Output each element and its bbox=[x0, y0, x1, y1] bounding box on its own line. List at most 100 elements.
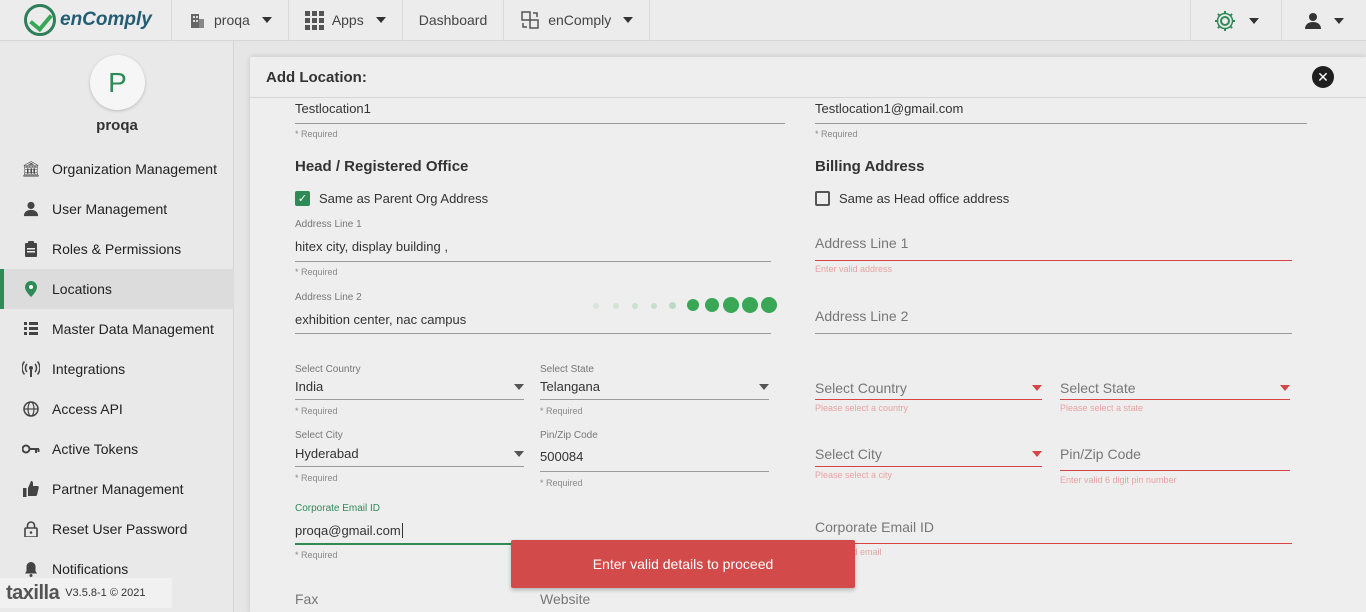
billing-state-placeholder: Select State bbox=[1060, 380, 1136, 396]
location-email-underline bbox=[815, 123, 1307, 124]
thumbs-up-icon bbox=[22, 480, 40, 498]
pin-input[interactable]: 500084 bbox=[540, 449, 583, 464]
sidebar-item-label: Notifications bbox=[52, 561, 129, 577]
sidebar-item-integrations[interactable]: Integrations bbox=[0, 349, 234, 389]
country-select[interactable]: India bbox=[295, 379, 524, 394]
close-icon[interactable]: ✕ bbox=[1312, 66, 1334, 88]
address1-label: Address Line 1 bbox=[295, 219, 362, 230]
taxilla-logo: taxilla bbox=[6, 581, 60, 604]
location-email-input[interactable]: Testlocation1@gmail.com bbox=[815, 101, 963, 116]
billing-state-underline bbox=[1060, 399, 1290, 400]
billing-pin-input[interactable]: Pin/Zip Code bbox=[1060, 446, 1141, 462]
billing-state-error: Please select a state bbox=[1060, 403, 1144, 413]
encomply-logo-icon bbox=[24, 4, 56, 36]
head-office-title: Head / Registered Office bbox=[295, 158, 469, 175]
fax-input[interactable]: Fax bbox=[295, 591, 318, 607]
chevron-down-icon bbox=[514, 450, 524, 457]
chevron-down-icon bbox=[623, 17, 634, 23]
sidebar-item-organization-management[interactable]: 🏛 Organization Management bbox=[0, 149, 234, 189]
billing-city-error: Please select a city bbox=[815, 470, 893, 480]
apps-menu[interactable]: Apps bbox=[289, 0, 403, 41]
bank-icon: 🏛 bbox=[21, 161, 41, 178]
user-icon bbox=[22, 200, 40, 218]
email-label: Corporate Email ID bbox=[295, 503, 381, 514]
location-name-underline bbox=[295, 123, 785, 124]
billing-address2-input[interactable]: Address Line 2 bbox=[815, 308, 908, 324]
error-toast[interactable]: Enter valid details to proceed bbox=[511, 540, 855, 588]
org-menu[interactable]: proqa bbox=[172, 0, 289, 41]
address1-input[interactable]: hitex city, display building , bbox=[295, 239, 448, 254]
city-select[interactable]: Hyderabad bbox=[295, 446, 524, 461]
sidebar-item-partner-management[interactable]: Partner Management bbox=[0, 469, 234, 509]
app-logo[interactable]: enComply bbox=[0, 0, 172, 41]
lock-icon bbox=[22, 520, 40, 538]
required-hint: * Required bbox=[815, 129, 858, 139]
dashboard-link[interactable]: Dashboard bbox=[403, 0, 505, 41]
billing-country-placeholder: Select Country bbox=[815, 380, 907, 396]
sidebar-item-master-data-management[interactable]: Master Data Management bbox=[0, 309, 234, 349]
billing-country-error: Please select a country bbox=[815, 403, 909, 413]
same-as-head-checkbox[interactable]: Same as Head office address bbox=[815, 191, 1009, 206]
chevron-down-icon bbox=[1032, 385, 1042, 391]
sidebar-item-user-management[interactable]: User Management bbox=[0, 189, 234, 229]
city-underline bbox=[295, 466, 524, 467]
clipboard-icon bbox=[22, 240, 40, 258]
address1-underline bbox=[295, 261, 771, 262]
billing-city-select[interactable]: Select City bbox=[815, 446, 1042, 462]
avatar[interactable]: P bbox=[90, 55, 145, 110]
sidebar-item-label: Roles & Permissions bbox=[52, 241, 182, 257]
required-hint: * Required bbox=[295, 473, 338, 483]
bell-icon bbox=[22, 560, 40, 578]
globe-icon bbox=[22, 400, 40, 418]
settings-menu[interactable] bbox=[1190, 0, 1281, 41]
sidebar-item-label: User Management bbox=[52, 201, 168, 217]
country-label: Select Country bbox=[295, 364, 361, 375]
chevron-down-icon bbox=[261, 17, 272, 23]
sidebar-item-label: Master Data Management bbox=[52, 321, 214, 337]
user-icon bbox=[1305, 12, 1321, 29]
address2-label: Address Line 2 bbox=[295, 292, 362, 303]
dashboard-label: Dashboard bbox=[418, 12, 488, 28]
billing-address1-error: Enter valid address bbox=[815, 264, 893, 274]
building-icon bbox=[191, 14, 204, 28]
sidebar-item-label: Locations bbox=[52, 281, 112, 297]
switch-app-icon bbox=[521, 11, 539, 29]
sidebar-item-active-tokens[interactable]: Active Tokens bbox=[0, 429, 234, 469]
website-input[interactable]: Website bbox=[540, 591, 590, 607]
location-name-input[interactable]: Testlocation1 bbox=[295, 101, 371, 116]
same-as-parent-checkbox[interactable]: ✓ Same as Parent Org Address bbox=[295, 191, 488, 206]
billing-email-underline bbox=[815, 543, 1292, 544]
billing-address2-underline bbox=[815, 333, 1292, 334]
billing-state-select[interactable]: Select State bbox=[1060, 380, 1290, 396]
product-menu[interactable]: enComply bbox=[504, 0, 651, 41]
pin-label: Pin/Zip Code bbox=[540, 430, 598, 441]
address2-input[interactable]: exhibition center, nac campus bbox=[295, 312, 466, 327]
same-as-parent-label: Same as Parent Org Address bbox=[319, 191, 489, 206]
checkbox-checked-icon: ✓ bbox=[295, 191, 310, 206]
billing-email-input[interactable]: Corporate Email ID bbox=[815, 519, 934, 535]
sidebar-item-locations[interactable]: Locations bbox=[0, 269, 234, 309]
state-value: Telangana bbox=[540, 379, 600, 394]
billing-country-select[interactable]: Select Country bbox=[815, 380, 1042, 396]
sidebar-item-label: Active Tokens bbox=[52, 441, 139, 457]
sidebar-item-label: Access API bbox=[52, 401, 123, 417]
footer-brand: taxilla V3.5.8-1 © 2021 bbox=[0, 578, 172, 608]
billing-city-underline bbox=[815, 466, 1042, 467]
pin-underline bbox=[540, 471, 769, 472]
sidebar-item-access-api[interactable]: Access API bbox=[0, 389, 234, 429]
state-select[interactable]: Telangana bbox=[540, 379, 769, 394]
sidebar-item-roles-permissions[interactable]: Roles & Permissions bbox=[0, 229, 234, 269]
billing-address1-input[interactable]: Address Line 1 bbox=[815, 235, 908, 251]
sidebar-item-reset-user-password[interactable]: Reset User Password bbox=[0, 509, 234, 549]
add-location-dialog: Add Location: ✕ Testlocation1 * Required… bbox=[250, 57, 1366, 612]
sidebar-item-label: Organization Management bbox=[52, 161, 217, 177]
apps-grid-icon bbox=[304, 10, 324, 30]
email-input[interactable]: proqa@gmail.com bbox=[295, 523, 403, 538]
apps-menu-label: Apps bbox=[331, 12, 364, 28]
sidebar: P proqa 🏛 Organization Management User M… bbox=[0, 41, 234, 612]
required-hint: * Required bbox=[295, 267, 338, 277]
user-menu[interactable] bbox=[1281, 0, 1366, 41]
billing-address1-underline bbox=[815, 260, 1292, 261]
checkbox-unchecked-icon bbox=[815, 191, 830, 206]
gear-icon bbox=[1215, 10, 1235, 31]
